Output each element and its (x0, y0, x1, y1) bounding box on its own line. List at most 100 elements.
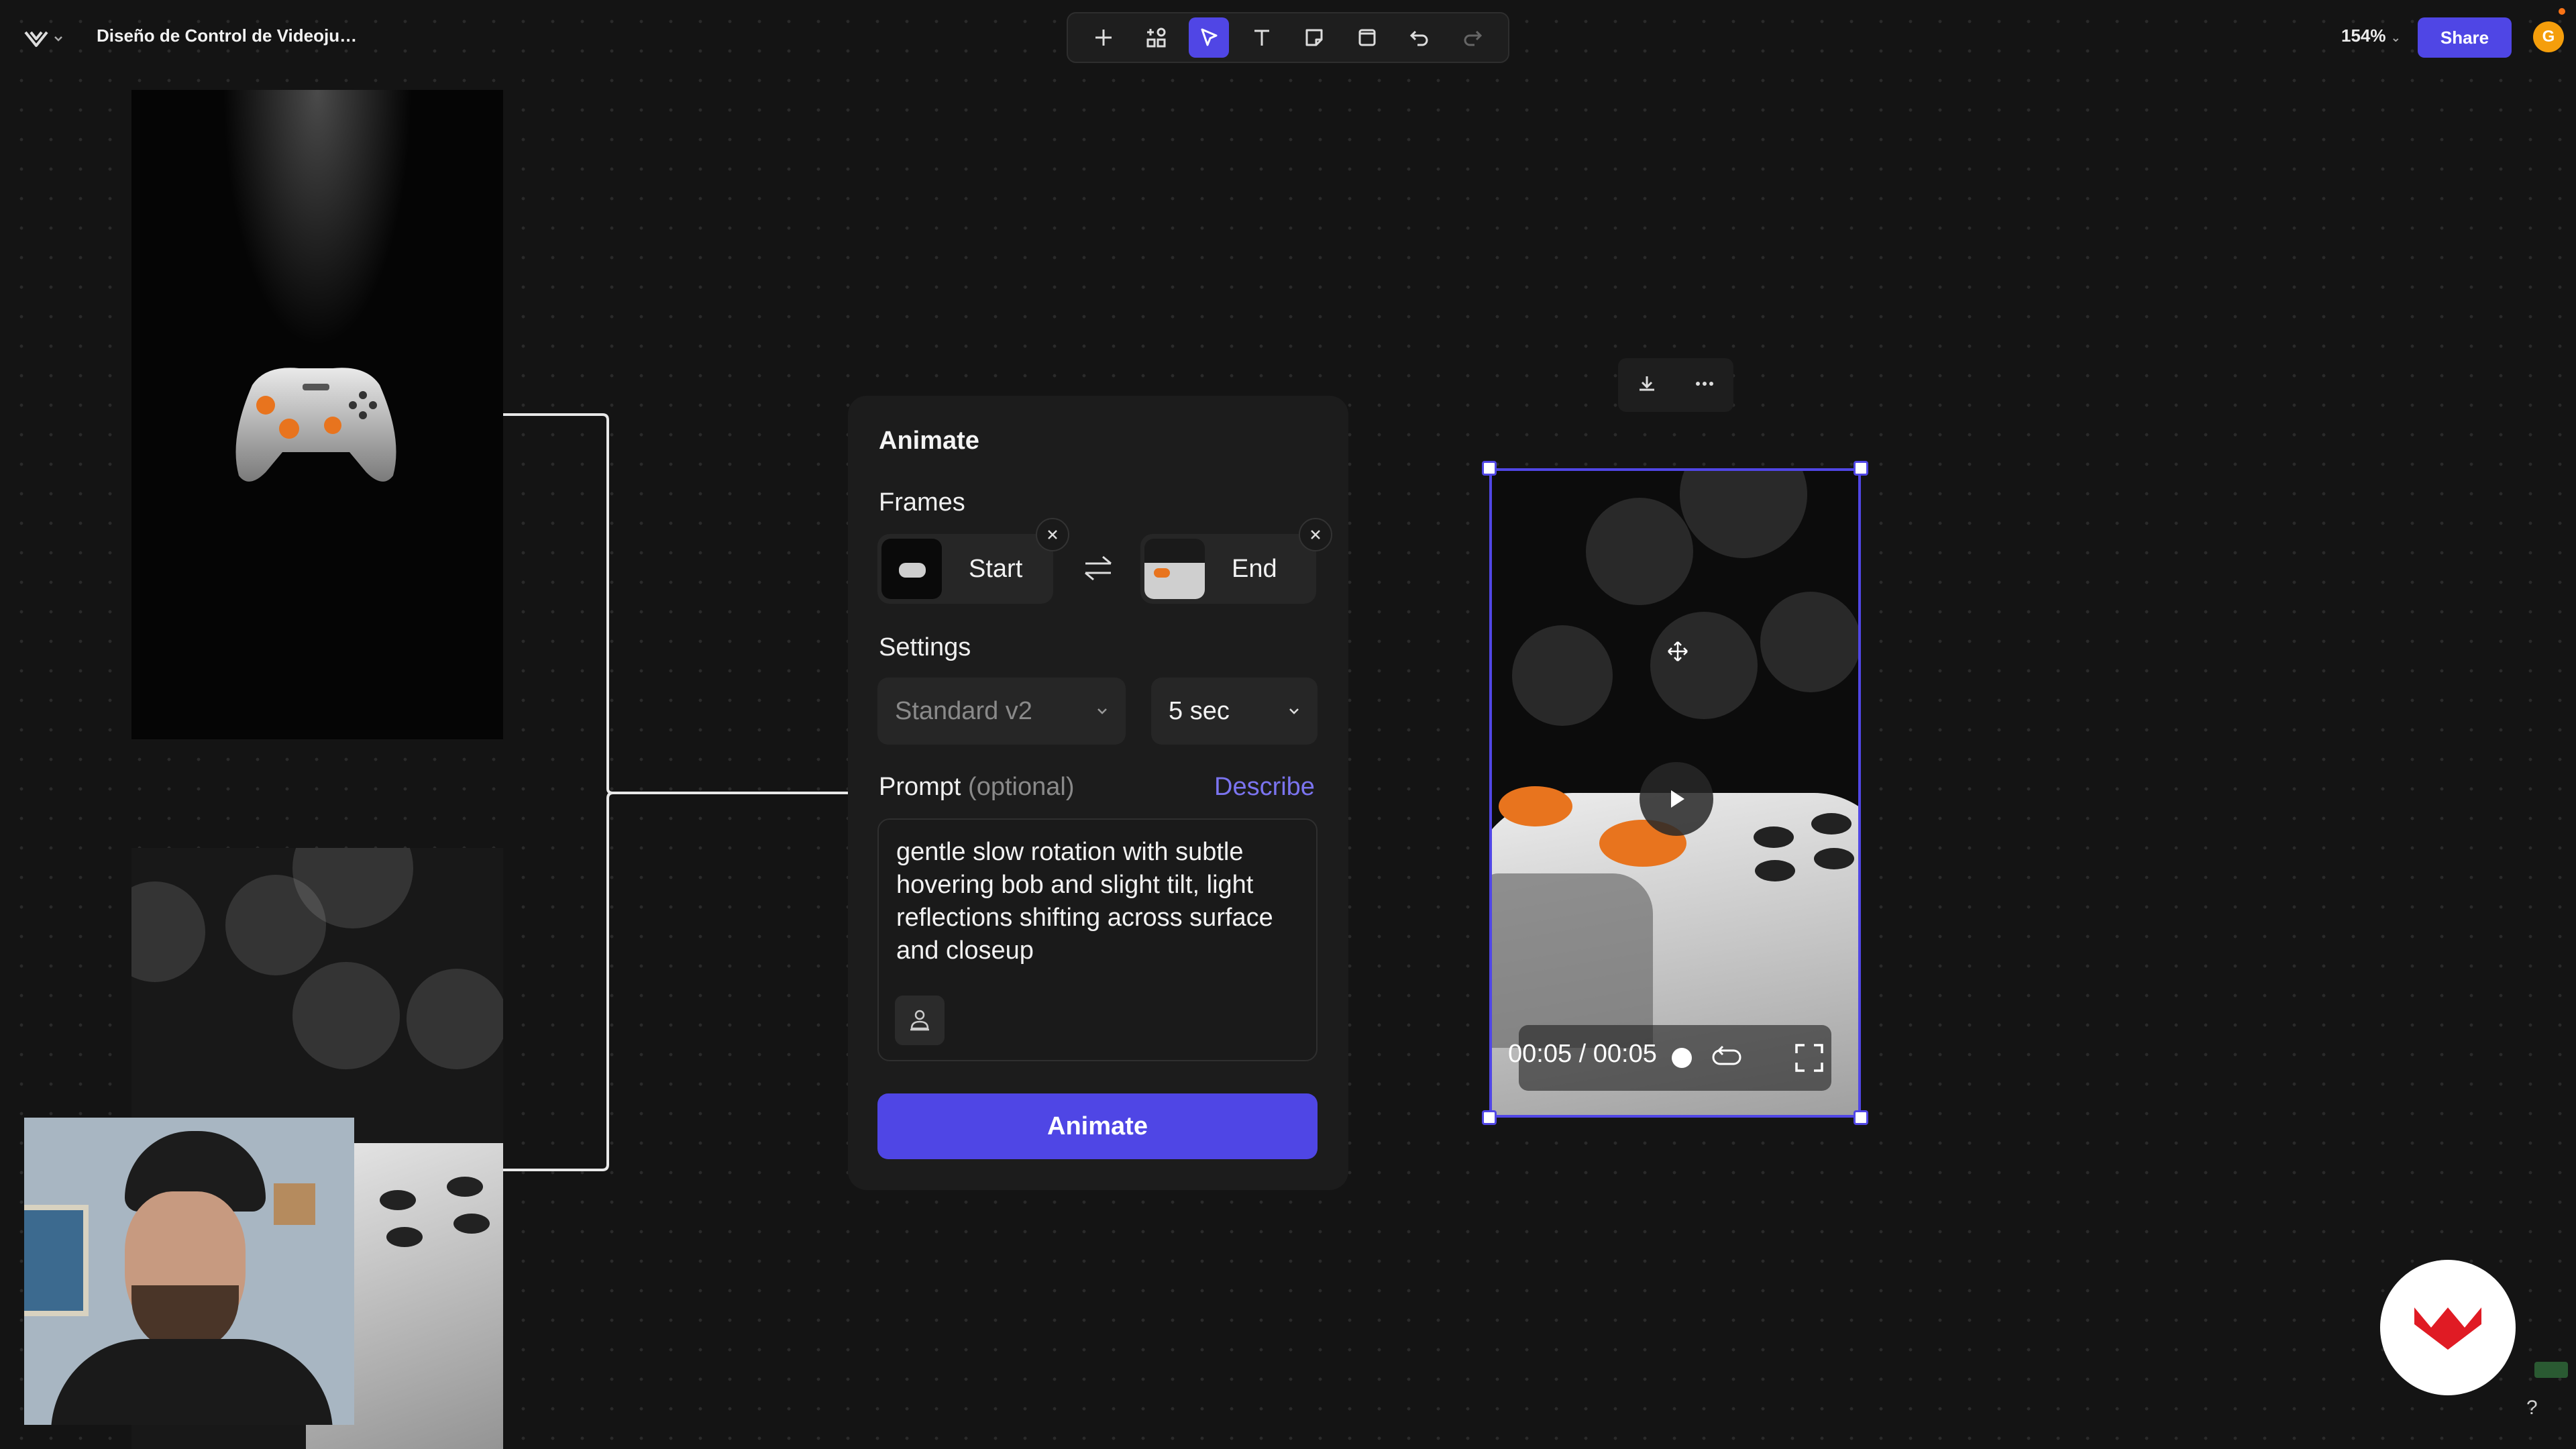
bokeh-light (1760, 592, 1858, 692)
bokeh-light (1512, 625, 1613, 726)
notification-dot (2559, 8, 2565, 15)
game-controller-image (235, 368, 396, 482)
prompt-textarea[interactable]: gentle slow rotation with subtle hoverin… (877, 818, 1318, 1061)
chevron-down-icon (1097, 708, 1107, 714)
fullscreen-button[interactable] (1794, 1042, 1825, 1077)
panel-title: Animate (879, 427, 979, 455)
describe-link[interactable]: Describe (1214, 773, 1315, 802)
sticky-note-icon (1305, 29, 1323, 46)
controller-button (1754, 826, 1794, 848)
add-icon (1095, 30, 1112, 46)
text-tool-button[interactable] (1242, 17, 1282, 58)
component-icon (1146, 28, 1166, 48)
video-controls: 00:05 / 00:05 (1508, 1025, 1831, 1091)
zoom-level: 154% (2341, 25, 2386, 46)
start-frame-card[interactable]: Start (877, 534, 1053, 604)
user-avatar[interactable]: G (2533, 21, 2564, 52)
controller-button (447, 1177, 483, 1197)
share-button[interactable]: Share (2418, 17, 2512, 58)
end-frame-card[interactable]: End (1140, 534, 1316, 604)
play-icon (1671, 790, 1684, 808)
wall-shelf (274, 1183, 315, 1225)
resize-handle-bottom-right[interactable] (1854, 1110, 1868, 1125)
chevron-down-icon: ⌄ (2390, 31, 2401, 44)
resize-handle-top-right[interactable] (1854, 461, 1868, 476)
more-options-button[interactable] (1693, 372, 1716, 398)
play-button[interactable] (1640, 762, 1713, 836)
controller-button (386, 1227, 423, 1247)
prompt-text[interactable]: gentle slow rotation with subtle hoverin… (896, 836, 1312, 967)
bokeh-light (1586, 498, 1693, 605)
move-cursor (1666, 640, 1689, 666)
start-frame-image[interactable] (131, 90, 503, 739)
controller-button (1814, 848, 1854, 869)
duration-select[interactable]: 5 sec (1151, 678, 1318, 745)
components-button[interactable] (1136, 17, 1177, 58)
help-button[interactable]: ? (2526, 1397, 2538, 1419)
resize-handle-bottom-left[interactable] (1482, 1110, 1497, 1125)
end-frame-thumbnail (1144, 539, 1205, 599)
thumbnail-controller (899, 563, 926, 578)
end-frame-label: End (1232, 554, 1277, 583)
controller-grip-shadow (1492, 873, 1653, 1048)
settings-heading: Settings (879, 633, 971, 661)
loop-icon (1712, 1045, 1741, 1065)
duration-value: 5 sec (1169, 696, 1230, 725)
redo-icon (1464, 30, 1482, 46)
animate-button[interactable]: Animate (877, 1093, 1318, 1159)
brand-logo-icon (2414, 1307, 2481, 1350)
character-icon (910, 1010, 929, 1031)
start-frame-label: Start (969, 554, 1023, 583)
frames-heading: Frames (879, 488, 965, 517)
animate-panel: Animate Frames Start End Settings Standa… (848, 396, 1348, 1190)
loop-button[interactable] (1711, 1042, 1743, 1075)
close-icon (1311, 530, 1320, 539)
add-button[interactable] (1083, 17, 1124, 58)
orange-thumbstick (1499, 786, 1572, 826)
start-frame-thumbnail (881, 539, 942, 599)
remove-end-frame-button[interactable] (1299, 518, 1332, 551)
app-logo-icon (24, 31, 48, 47)
app-menu-button[interactable] (11, 19, 76, 59)
select-tool-button[interactable] (1189, 17, 1230, 58)
brand-badge[interactable] (2380, 1260, 2516, 1395)
controller-button (1811, 813, 1851, 835)
connector-lines (503, 413, 848, 1171)
model-value: Standard v2 (895, 696, 1032, 725)
zoom-control[interactable]: 154% ⌄ (2341, 25, 2401, 46)
video-player[interactable]: 00:05 / 00:05 (1489, 468, 1861, 1118)
remove-start-frame-button[interactable] (1036, 518, 1069, 551)
download-icon (1640, 376, 1654, 390)
bokeh-light (1680, 471, 1807, 558)
redo-button[interactable] (1452, 17, 1493, 58)
character-reference-button[interactable] (895, 996, 945, 1045)
frame-tool-button[interactable] (1347, 17, 1387, 58)
more-horizontal-icon (1696, 381, 1713, 386)
frame-icon (1358, 29, 1376, 46)
prompt-label: Prompt (879, 773, 961, 801)
undo-icon (1410, 30, 1428, 46)
controller-button (380, 1190, 416, 1210)
progress-scrubber[interactable] (1672, 1048, 1692, 1068)
status-indicator (2534, 1362, 2568, 1378)
download-button[interactable] (1635, 372, 1658, 398)
chevron-down-icon (54, 36, 62, 42)
swap-frames-button[interactable] (1081, 551, 1115, 588)
undo-button[interactable] (1399, 17, 1440, 58)
prompt-heading: Prompt (optional) (879, 773, 1074, 802)
thumbnail-orange-detail (1154, 568, 1170, 578)
controller-button (1755, 860, 1795, 881)
prompt-optional-hint: (optional) (968, 773, 1075, 801)
chevron-down-icon (1289, 708, 1299, 714)
webcam-overlay (24, 1118, 354, 1425)
wall-art (24, 1205, 89, 1316)
person-shirt (51, 1339, 333, 1425)
resize-handle-top-left[interactable] (1482, 461, 1497, 476)
document-title[interactable]: Diseño de Control de Videoju… (97, 25, 357, 46)
video-time: 00:05 / 00:05 (1508, 1040, 1657, 1068)
sticky-note-button[interactable] (1294, 17, 1334, 58)
video-actions-bar (1618, 358, 1733, 412)
bokeh-light (407, 969, 503, 1069)
model-select[interactable]: Standard v2 (877, 678, 1126, 745)
fullscreen-icon (1795, 1044, 1823, 1072)
